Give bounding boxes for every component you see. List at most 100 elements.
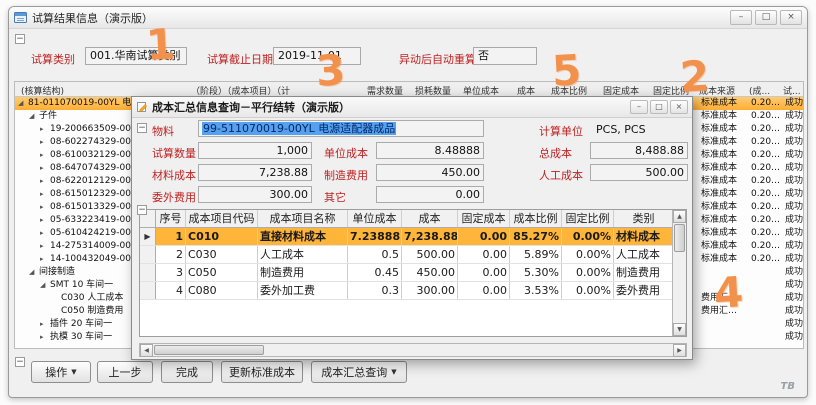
material-field[interactable]: 99-511070019-00YL 电源适配器成品 [198,120,484,137]
tree-collapsed-icon[interactable]: ▸ [40,175,50,188]
dialog-maximize-button[interactable]: □ [650,100,668,114]
unit-cost-field[interactable]: 8.48888 [376,142,484,159]
tree-expanded-icon[interactable]: ◢ [29,266,39,279]
horizontal-scrollbar[interactable]: ◀ ▶ [139,343,687,357]
table-column-header[interactable]: 成本项目代码 [186,210,258,227]
tree-collapsed-icon[interactable]: ▸ [40,240,50,253]
grid-column-header[interactable]: (成... [749,84,770,97]
table-cell: 制造费用 [614,264,672,281]
table-cell: 2 [156,246,186,263]
cost-source-cell: 标准成本 [701,201,737,214]
cost-item-row[interactable]: 3C050制造费用0.45450.000.005.30%0.00%制造费用 [140,264,672,282]
table-cell: C010 [186,228,258,245]
tree-node-label[interactable]: 间接制造 [39,267,75,277]
tree-node-label[interactable]: C030 人工成本 [61,293,123,303]
material-cost-label: 材料成本 [152,167,196,183]
maximize-button[interactable]: □ [755,10,777,25]
dialog-minimize-button[interactable]: – [630,100,648,114]
collapse-icon[interactable]: − [15,357,25,367]
total-cost-field[interactable]: 8,488.88 [590,142,688,159]
table-column-header[interactable]: 固定比例 [562,210,614,227]
cost-value-cell: 0.20… [751,175,780,188]
tree-node-label[interactable]: C050 制造费用 [61,306,123,316]
table-column-header[interactable]: 成本比例 [510,210,562,227]
trial-qty-field[interactable]: 1,000 [198,142,312,159]
action-menu-button[interactable]: 操作 ▼ [31,361,91,383]
tree-expanded-icon[interactable]: ◢ [29,110,39,123]
tree-collapsed-icon[interactable]: ▸ [40,214,50,227]
tree-collapsed-icon[interactable]: ▸ [40,318,50,331]
auto-recalc-field[interactable]: 否 [473,47,537,65]
material-cost-field[interactable]: 7,238.88 [198,164,312,181]
grid-column-header[interactable]: (核算结构) [21,84,64,97]
tree-collapsed-icon[interactable]: ▸ [40,123,50,136]
cost-item-row[interactable]: 2C030人工成本0.5500.000.005.89%0.00%人工成本 [140,246,672,264]
tree-node-label[interactable]: 子件 [39,111,57,121]
auto-recalc-label: 异动后自动重算 [399,51,476,67]
row-selector-cell [140,246,156,263]
table-column-header[interactable]: 成本 [402,210,458,227]
previous-step-button[interactable]: 上一步 [97,361,153,383]
minimize-button[interactable]: – [730,10,752,25]
other-cost-field[interactable]: 0.00 [376,186,484,203]
table-column-header[interactable]: 成本项目名称 [258,210,348,227]
tree-collapsed-icon[interactable]: ▸ [40,201,50,214]
other-cost-label: 其它 [324,189,346,205]
table-column-header[interactable]: 单位成本 [348,210,402,227]
scroll-right-button[interactable]: ▶ [673,344,686,357]
table-cell: 委外费用 [614,282,672,299]
tree-expanded-icon[interactable]: ◢ [40,279,50,292]
labor-cost-field[interactable]: 500.00 [590,164,688,181]
scroll-down-button[interactable]: ▼ [673,323,686,336]
tree-collapsed-icon[interactable]: ▸ [40,227,50,240]
dialog-titlebar[interactable]: 成本汇总信息查询－平行结转（演示版） – □ × [132,97,692,118]
tree-expanded-icon[interactable]: ◢ [18,97,28,110]
collapse-icon[interactable]: − [137,205,147,215]
tree-node-label[interactable]: 执模 30 车间一 [50,332,112,342]
grid-column-header[interactable]: 试... [783,84,801,97]
cost-summary-query-button[interactable]: 成本汇总查询 ▼ [311,361,407,383]
trial-category-field[interactable]: 001.华南试算类别 [85,47,187,65]
main-titlebar[interactable]: 试算结果信息（演示版） – □ × [9,7,807,29]
dialog-close-button[interactable]: × [670,100,688,114]
table-column-header[interactable]: 序号 [156,210,186,227]
cost-source-cell: 费用汇… [701,305,737,318]
trial-category-label: 试算类别 [31,51,75,67]
finish-button[interactable]: 完成 [161,361,213,383]
table-cell: 0.00% [562,264,614,281]
table-column-header[interactable]: 固定成本 [458,210,510,227]
scroll-up-button[interactable]: ▲ [673,210,686,223]
button-label: 上一步 [109,364,142,380]
vertical-scrollbar[interactable]: ▲ ▼ [672,210,686,336]
mfg-cost-field[interactable]: 450.00 [376,164,484,181]
scrollbar-thumb[interactable] [154,345,264,355]
tree-collapsed-icon[interactable]: ▸ [40,162,50,175]
tree-node-label[interactable]: 插件 20 车间一 [50,319,112,329]
tree-collapsed-icon[interactable]: ▸ [40,149,50,162]
scroll-left-button[interactable]: ◀ [140,344,153,357]
status-cell: 成功 [785,331,803,344]
outsource-cost-field[interactable]: 300.00 [198,186,312,203]
tree-collapsed-icon[interactable]: ▸ [40,253,50,266]
cost-item-row[interactable]: ▶1C010直接材料成本7.238887,238.880.0085.27%0.0… [140,228,672,246]
update-standard-cost-button[interactable]: 更新标准成本 [221,361,303,383]
tree-node-label[interactable]: SMT 10 车间一 [50,280,113,290]
table-column-header[interactable]: 类别 [614,210,672,227]
scrollbar-thumb[interactable] [674,224,685,252]
collapse-icon[interactable]: − [15,34,25,44]
tree-collapsed-icon[interactable]: ▸ [40,331,50,344]
calc-unit-label: 计算单位 [539,123,583,139]
tree-collapsed-icon[interactable]: ▸ [40,136,50,149]
edit-icon [136,101,148,113]
cost-source-cell: 标准成本 [701,240,737,253]
dialog-title: 成本汇总信息查询－平行结转（演示版） [152,99,350,115]
cost-item-row[interactable]: 4C080委外加工费0.3300.000.003.53%0.00%委外费用 [140,282,672,300]
status-cell: 成功 [785,292,803,305]
close-button[interactable]: × [780,10,802,25]
collapse-icon[interactable]: − [137,123,147,133]
material-label: 物料 [152,123,174,139]
tree-collapsed-icon[interactable]: ▸ [40,188,50,201]
table-cell: C080 [186,282,258,299]
cutoff-date-field[interactable]: 2019-11-01 [273,47,361,65]
grid-column-header[interactable]: 成本来源 [699,84,735,97]
